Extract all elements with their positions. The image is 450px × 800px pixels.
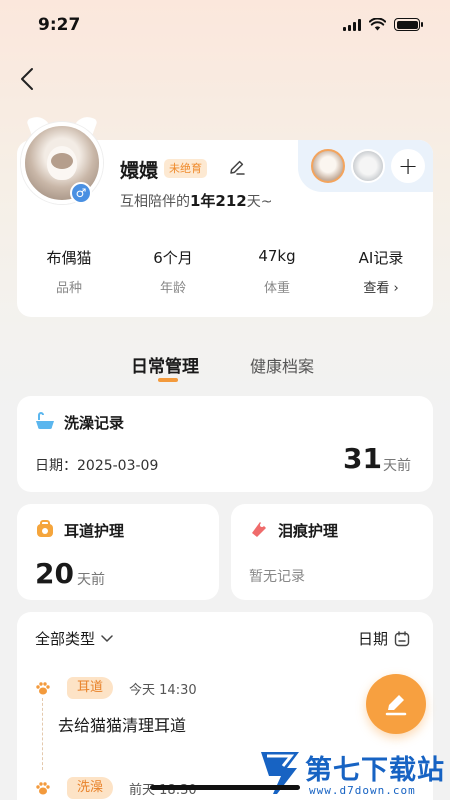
- bath-date: 日期：2025-03-09: [35, 458, 159, 474]
- signal-icon: [343, 18, 361, 31]
- wifi-icon: [369, 18, 386, 31]
- together-duration: 互相陪伴的1年212天~: [120, 192, 273, 210]
- home-indicator: [150, 785, 300, 790]
- pet-name: 嬛嬛: [120, 160, 159, 182]
- pet-stats: 布偶猫 品种 6个月 年龄 47kg 体重 AI记录 查看 ›: [17, 247, 433, 296]
- add-record-button[interactable]: [366, 674, 426, 734]
- bathtub-icon: [36, 412, 54, 429]
- tab-daily-care[interactable]: 日常管理: [131, 352, 199, 377]
- stat-breed: 布偶猫 品种: [46, 249, 92, 296]
- add-pet-button[interactable]: +: [391, 149, 425, 183]
- paw-icon: [36, 782, 50, 795]
- list-item[interactable]: 耳道 今天 14:30: [35, 677, 197, 699]
- chevron-down-icon: [101, 634, 113, 642]
- tear-care-title: 泪痕护理: [278, 522, 339, 540]
- date-filter[interactable]: 日期: [358, 628, 410, 649]
- status-icons: [343, 18, 423, 31]
- date-filter-label: 日期: [358, 630, 389, 648]
- ear-care-title: 耳道护理: [64, 522, 125, 540]
- back-button[interactable]: [14, 62, 40, 96]
- ear-days-unit: 天前: [77, 572, 105, 588]
- ai-record-link[interactable]: AI记录 查看 ›: [329, 247, 433, 296]
- bath-days-unit: 天前: [383, 458, 411, 474]
- record-time: 今天 14:30: [129, 682, 197, 698]
- status-time: 9:27: [38, 15, 81, 35]
- type-filter-dropdown[interactable]: 全部类型: [35, 628, 113, 649]
- ear-days-count: 20: [35, 557, 74, 590]
- pencil-icon: [385, 695, 407, 716]
- battery-icon: [394, 18, 423, 31]
- bath-title: 洗澡记录: [64, 414, 125, 432]
- active-tab-indicator: [158, 378, 178, 382]
- tab-health-records[interactable]: 健康档案: [250, 353, 314, 377]
- stat-age: 6个月 年龄: [153, 249, 193, 296]
- stat-weight: 47kg 体重: [258, 247, 296, 296]
- record-description: 去给猫猫清理耳道: [58, 716, 187, 735]
- calendar-icon: [394, 630, 410, 646]
- record-type-tag: 洗澡: [67, 777, 114, 799]
- site-watermark: 第七下载站 www.d7down.com: [255, 748, 450, 800]
- pet-thumb-other[interactable]: [351, 149, 385, 183]
- neuter-status-badge: 未绝育: [164, 159, 207, 178]
- edit-icon[interactable]: [228, 158, 246, 176]
- pet-thumb-current[interactable]: [311, 149, 345, 183]
- watermark-url: www.d7down.com: [309, 784, 416, 797]
- tear-care-icon: [252, 522, 266, 537]
- watermark-title: 第七下载站: [305, 755, 445, 786]
- ear-care-icon: [37, 520, 53, 537]
- pet-switcher: +: [298, 140, 433, 192]
- record-type-tag: 耳道: [67, 677, 114, 699]
- timeline-line: [42, 698, 43, 770]
- paw-icon: [36, 682, 50, 695]
- tear-empty-text: 暂无记录: [249, 569, 305, 585]
- bath-days-count: 31: [343, 442, 382, 475]
- type-filter-label: 全部类型: [35, 630, 96, 648]
- male-icon: ♂: [70, 182, 92, 204]
- chevron-left-icon: [21, 68, 33, 90]
